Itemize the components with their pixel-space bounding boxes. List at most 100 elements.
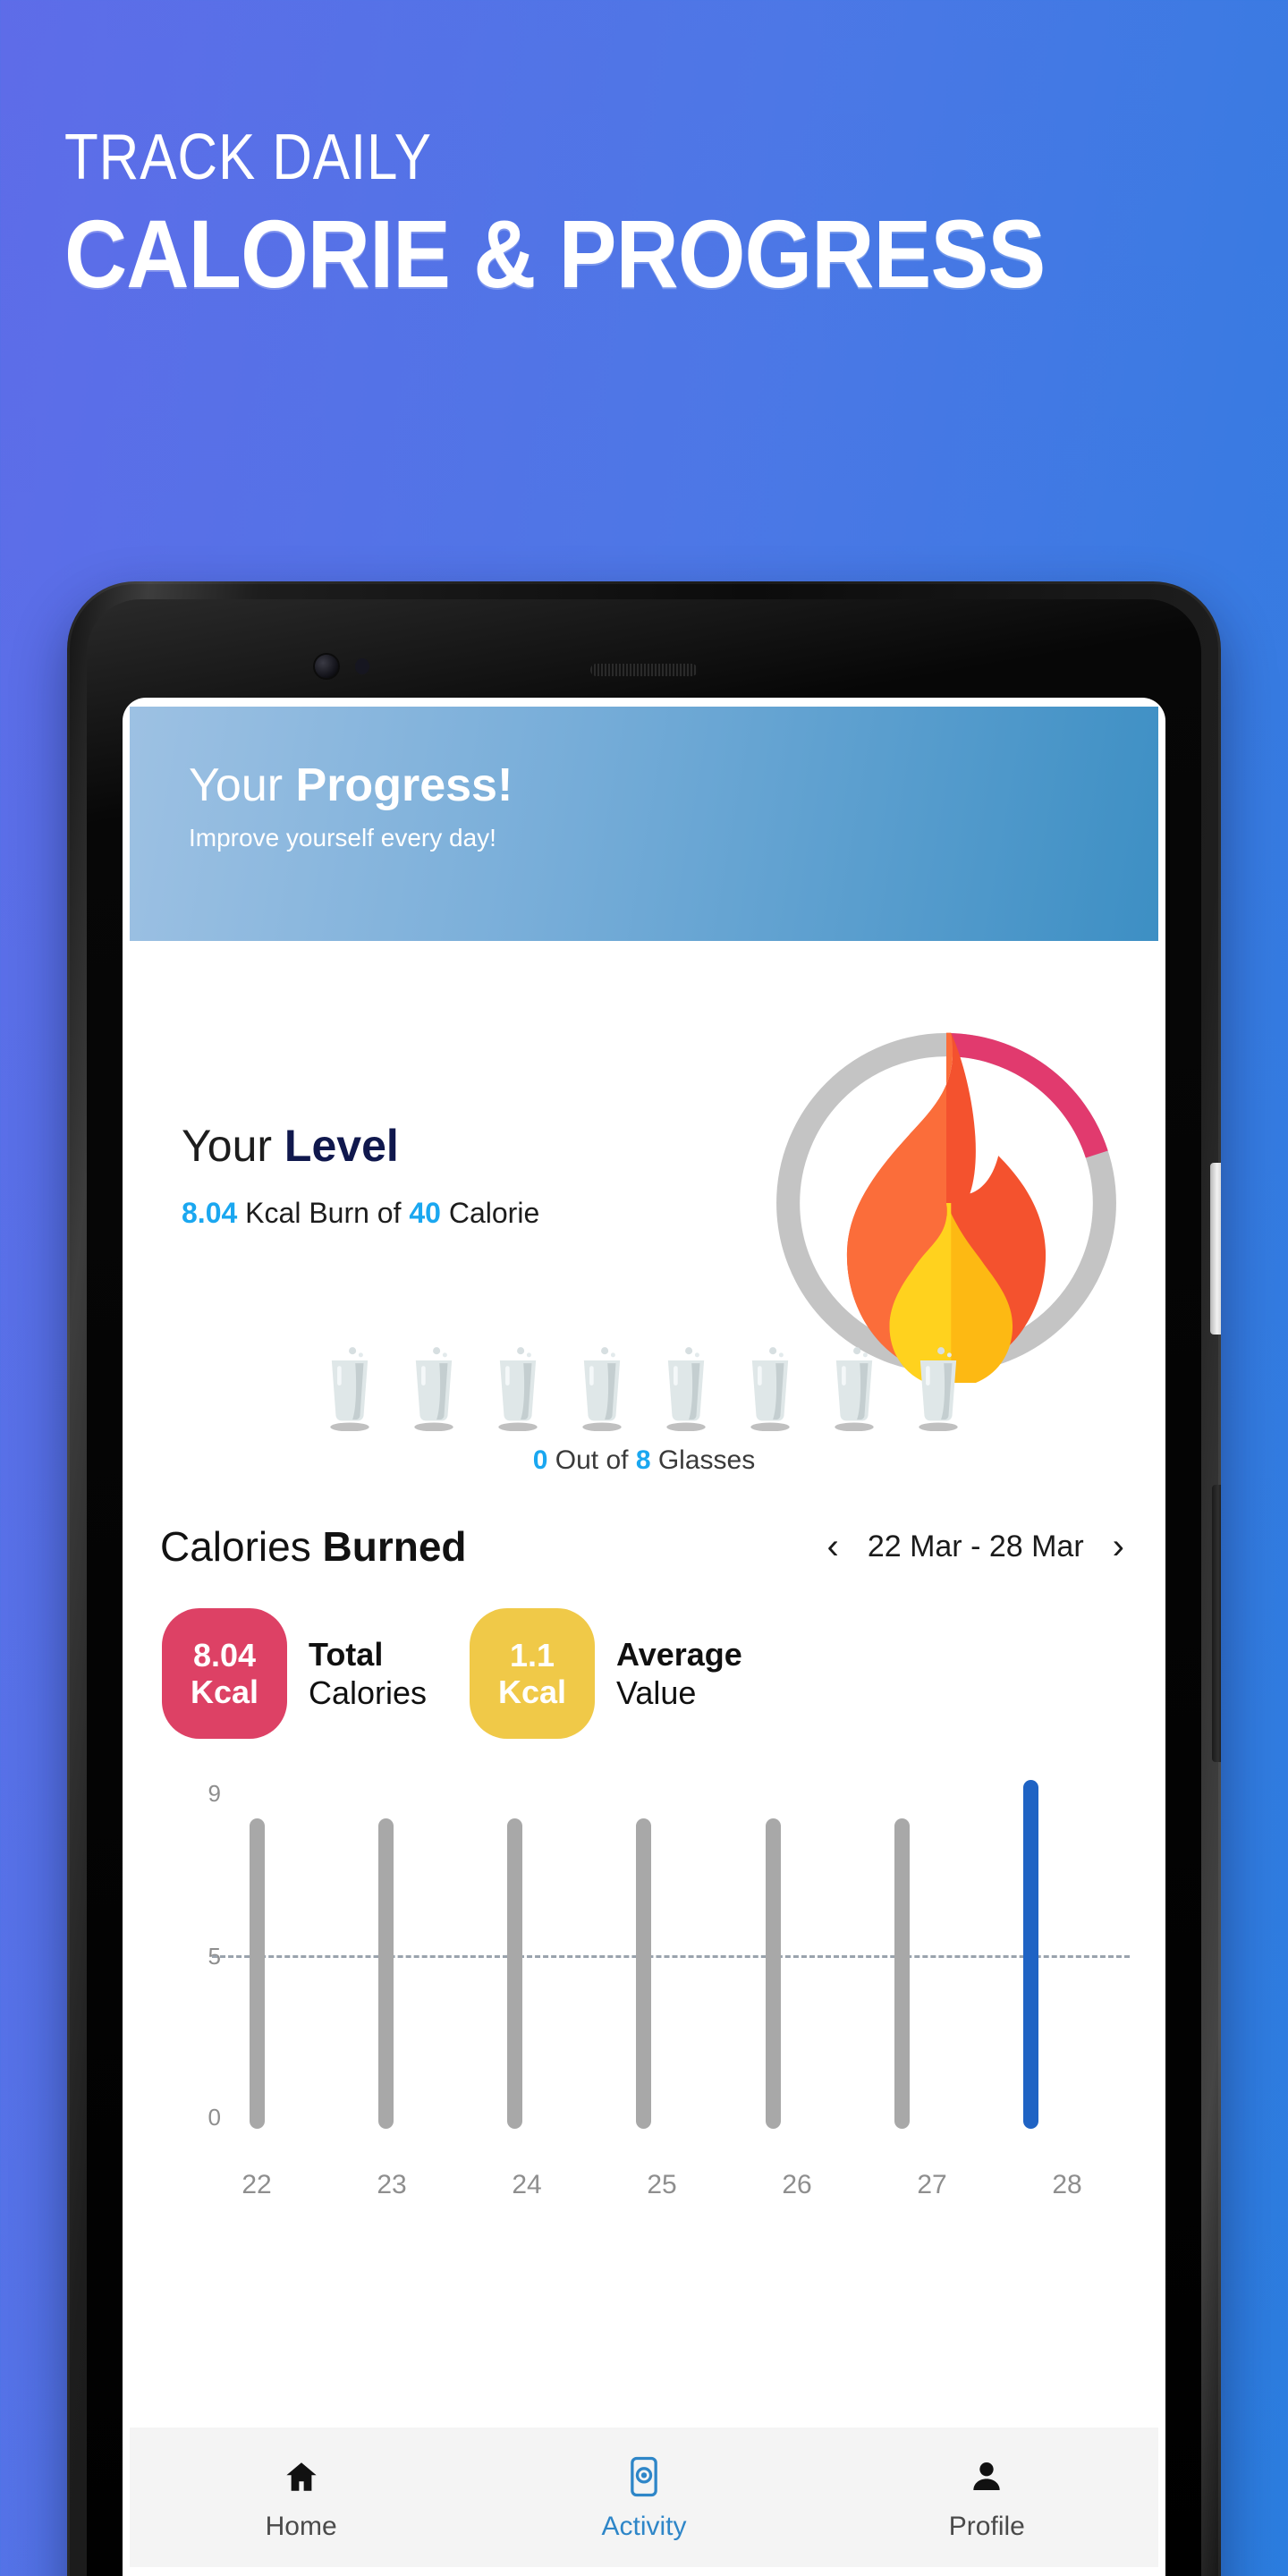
average-value-label-light: Value [616, 1674, 697, 1712]
stat-total-calories: 8.04 Kcal Total Calories [162, 1608, 427, 1740]
person-icon [969, 2456, 1004, 2497]
y-tick-5: 5 [208, 1943, 221, 1970]
calories-title-bold: Burned [322, 1523, 467, 1571]
calories-burned-title: Calories Burned [160, 1522, 467, 1571]
bottom-navigation: Home Activity Profile [130, 2428, 1158, 2571]
water-caption-mid: Out of [547, 1445, 636, 1476]
x-axis-label: 25 [647, 2170, 677, 2200]
bar-column[interactable] [746, 1780, 800, 2130]
water-glass[interactable] [911, 1345, 966, 1432]
phone-mockup: Your Progress! Improve yourself every da… [67, 581, 1221, 2576]
level-title: Your Level [182, 1120, 539, 1172]
bar-column[interactable] [617, 1780, 671, 2130]
bar-column[interactable] [1004, 1780, 1058, 2130]
level-title-light: Your [182, 1121, 284, 1171]
level-text-block: Your Level 8.04 Kcal Burn of 40 Calorie [182, 1120, 539, 1230]
water-glass[interactable] [658, 1345, 714, 1432]
bar [894, 1818, 911, 2130]
water-glass[interactable] [826, 1345, 882, 1432]
promo-line-2: CALORIE & PROGRESS [64, 199, 1046, 308]
bar [507, 1818, 523, 2130]
calories-title-light: Calories [160, 1523, 323, 1571]
x-axis-label: 26 [782, 2170, 812, 2200]
y-tick-0: 0 [208, 2104, 221, 2131]
date-range-nav: ‹ 22 Mar - 28 Mar › [821, 1525, 1130, 1568]
bar [377, 1818, 394, 2130]
level-unit-text: Kcal Burn of [237, 1197, 410, 1229]
calories-bar-chart: 9 5 0 22 23 24 25 26 27 28 [123, 1780, 1165, 2200]
bar-column[interactable] [876, 1780, 929, 2130]
home-icon [283, 2456, 320, 2497]
water-total: 8 [635, 1445, 651, 1476]
stat-average-value: 1.1 Kcal Average Value [470, 1608, 742, 1740]
water-caption: 0 Out of 8 Glasses [123, 1445, 1165, 1476]
average-value-value: 1.1 [510, 1636, 555, 1674]
total-calories-label: Total Calories [309, 1635, 427, 1712]
flame-icon [846, 1032, 1046, 1383]
nav-item-activity[interactable]: Activity [472, 2456, 815, 2542]
power-button[interactable] [1210, 1163, 1221, 1335]
x-axis-label: 22 [242, 2170, 272, 2200]
volume-button[interactable] [1212, 1485, 1221, 1762]
nav-label-home: Home [265, 2512, 337, 2541]
bar [249, 1818, 265, 2130]
bar-column[interactable] [230, 1780, 284, 2130]
average-value-pill: 1.1 Kcal [470, 1608, 596, 1740]
banner-title-bold: Progress! [295, 759, 513, 811]
nav-label-activity: Activity [601, 2512, 687, 2541]
total-calories-label-bold: Total [309, 1635, 384, 1673]
y-tick-9: 9 [208, 1780, 221, 1808]
bars-container [230, 1780, 1058, 2130]
front-camera-icon [315, 655, 338, 678]
banner-title-light: Your [189, 759, 296, 811]
x-axis-label: 23 [377, 2170, 407, 2200]
level-title-bold: Level [284, 1121, 399, 1171]
nav-item-home[interactable]: Home [130, 2456, 472, 2542]
front-sensor-icon [355, 658, 369, 674]
calories-burned-header: Calories Burned ‹ 22 Mar - 28 Mar › [123, 1522, 1165, 1571]
level-section: Your Level 8.04 Kcal Burn of 40 Calorie [123, 941, 1165, 1383]
water-caption-end: Glasses [650, 1445, 756, 1476]
activity-icon [626, 2456, 662, 2497]
x-axis-labels: 22 23 24 25 26 27 28 [230, 2170, 1094, 2200]
total-calories-pill: 8.04 Kcal [162, 1608, 287, 1740]
x-axis-label: 28 [1052, 2170, 1082, 2200]
bar [765, 1818, 781, 2130]
app-screen: Your Progress! Improve yourself every da… [123, 698, 1165, 2576]
water-glass[interactable] [490, 1345, 546, 1432]
x-axis-label: 24 [512, 2170, 542, 2200]
chevron-left-icon[interactable]: ‹ [821, 1525, 843, 1568]
stats-row: 8.04 Kcal Total Calories 1.1 Kcal Averag… [123, 1608, 1165, 1740]
water-glass[interactable] [322, 1345, 377, 1432]
earpiece-speaker [590, 664, 698, 676]
level-goal: 40 [409, 1197, 441, 1229]
level-subtitle: 8.04 Kcal Burn of 40 Calorie [182, 1197, 539, 1230]
water-glass[interactable] [742, 1345, 798, 1432]
bar-highlighted [1023, 1780, 1039, 2130]
calorie-progress-ring [767, 1023, 1126, 1383]
screen-bottom-spacer [130, 2567, 1158, 2576]
progress-banner: Your Progress! Improve yourself every da… [130, 707, 1158, 941]
total-calories-unit: Kcal [190, 1674, 259, 1711]
nav-item-profile[interactable]: Profile [816, 2456, 1158, 2542]
date-range-label: 22 Mar - 28 Mar [867, 1529, 1084, 1563]
water-glass[interactable] [574, 1345, 630, 1432]
water-count: 0 [532, 1445, 548, 1476]
total-calories-label-light: Calories [309, 1674, 428, 1712]
average-value-label-bold: Average [616, 1635, 742, 1673]
nav-label-profile: Profile [948, 2512, 1025, 2541]
water-glass[interactable] [406, 1345, 462, 1432]
total-calories-value: 8.04 [192, 1636, 257, 1674]
promo-headline: TRACK DAILY CALORIE & PROGRESS [64, 125, 1245, 302]
bar-column[interactable] [359, 1780, 412, 2130]
level-value: 8.04 [182, 1197, 238, 1229]
level-goal-suffix: Calorie [440, 1197, 540, 1229]
banner-subtitle: Improve yourself every day! [189, 824, 496, 852]
chevron-right-icon[interactable]: › [1107, 1525, 1130, 1568]
phone-bezel: Your Progress! Improve yourself every da… [87, 599, 1201, 2576]
bar-column[interactable] [488, 1780, 542, 2130]
chart-plot-area [230, 1780, 1058, 2130]
banner-title: Your Progress! [189, 759, 1158, 811]
x-axis-label: 27 [917, 2170, 947, 2200]
average-value-label: Average Value [616, 1635, 742, 1712]
